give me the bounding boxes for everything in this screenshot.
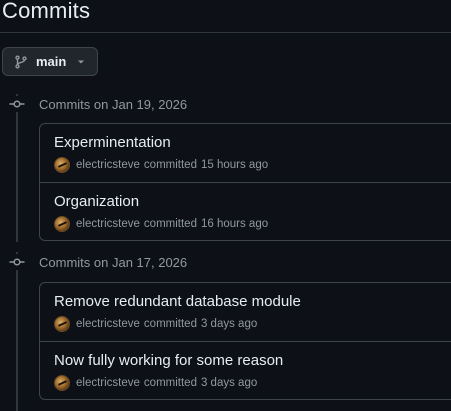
commits-page: Commits main Commits on Jan 19, 2026 Exp… — [0, 0, 451, 411]
commit-message-link[interactable]: Now fully working for some reason — [54, 352, 283, 369]
commit-time: 16 hours ago — [200, 218, 269, 230]
branch-selector-button[interactable]: main — [2, 47, 98, 76]
avatar[interactable] — [54, 216, 70, 232]
commit-meta: electricsteve committed 16 hours ago — [54, 216, 268, 232]
commit-list: Remove redundant database module electri… — [39, 282, 451, 400]
commit-action: committed — [143, 159, 197, 171]
commit-time: 3 days ago — [200, 318, 258, 330]
commit-group-header: Commits on Jan 17, 2026 — [0, 253, 187, 271]
commit-time: 3 days ago — [200, 377, 258, 389]
commit-message-link[interactable]: Experminentation — [54, 134, 171, 151]
commit-author-link[interactable]: electricsteve — [76, 377, 140, 389]
commit-row: Now fully working for some reason electr… — [40, 341, 451, 399]
commit-row: Experminentation electricsteve committed… — [40, 124, 451, 182]
chevron-down-icon — [76, 57, 86, 67]
title-divider — [0, 32, 451, 33]
timeline-line — [16, 94, 18, 242]
commit-row: Remove redundant database module electri… — [40, 283, 451, 341]
git-commit-icon — [9, 254, 25, 270]
commit-action: committed — [143, 377, 197, 389]
commit-row: Organization electricsteve committed 16 … — [40, 182, 451, 240]
git-branch-icon — [14, 54, 28, 69]
commit-meta: electricsteve committed 3 days ago — [54, 316, 257, 332]
timeline-line — [16, 252, 18, 411]
commit-author-link[interactable]: electricsteve — [76, 318, 140, 330]
commit-meta: electricsteve committed 3 days ago — [54, 375, 257, 391]
commit-author-link[interactable]: electricsteve — [76, 159, 140, 171]
commit-action: committed — [143, 318, 197, 330]
avatar[interactable] — [54, 375, 70, 391]
commit-group-header: Commits on Jan 19, 2026 — [0, 95, 187, 113]
commit-action: committed — [143, 218, 197, 230]
git-commit-icon — [9, 96, 25, 112]
commit-group-date: Commits on Jan 19, 2026 — [39, 96, 188, 112]
commit-group-date: Commits on Jan 17, 2026 — [39, 254, 188, 270]
commit-time: 15 hours ago — [200, 159, 269, 171]
commit-list: Experminentation electricsteve committed… — [39, 123, 451, 241]
commit-message-link[interactable]: Remove redundant database module — [54, 293, 301, 310]
commit-author-link[interactable]: electricsteve — [76, 218, 140, 230]
avatar[interactable] — [54, 316, 70, 332]
commit-meta: electricsteve committed 15 hours ago — [54, 157, 268, 173]
commit-message-link[interactable]: Organization — [54, 193, 139, 210]
page-title: Commits — [2, 0, 91, 23]
avatar[interactable] — [54, 157, 70, 173]
branch-label: main — [36, 54, 67, 69]
